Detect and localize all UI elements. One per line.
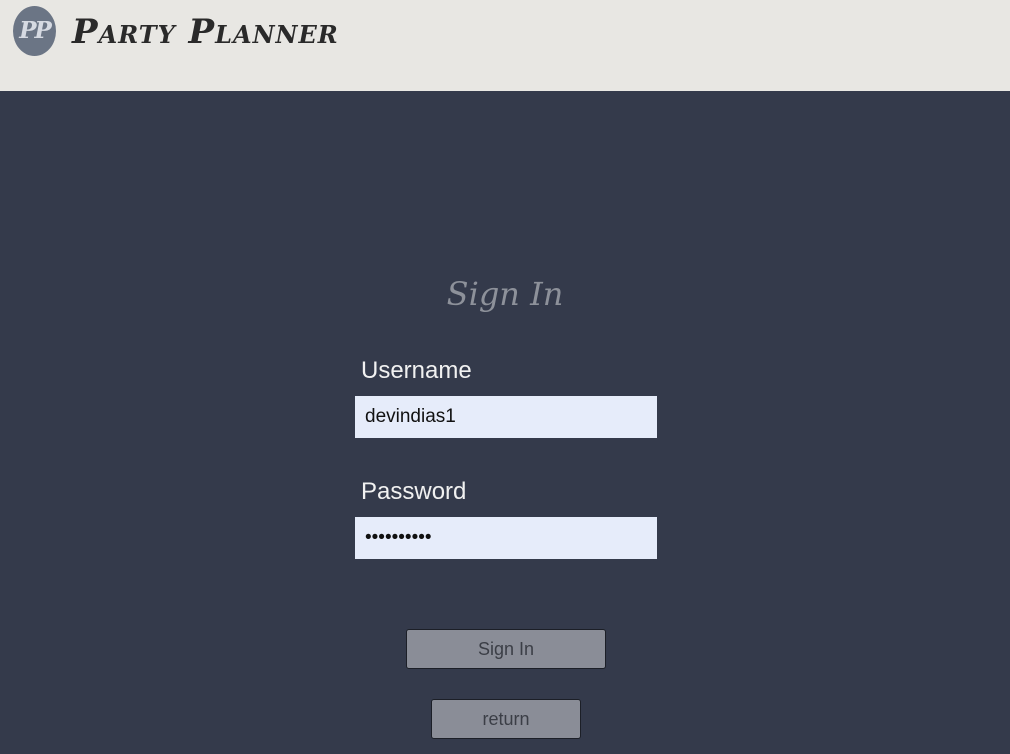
sign-in-button[interactable]: Sign In — [406, 629, 606, 669]
username-input[interactable] — [355, 396, 657, 438]
pp-logo-icon[interactable]: PP — [13, 6, 56, 56]
username-label: Username — [361, 357, 472, 384]
app-header: PP Party Planner — [0, 0, 1010, 91]
app-title[interactable]: Party Planner — [72, 12, 339, 52]
return-button[interactable]: return — [431, 699, 581, 739]
password-label: Password — [361, 478, 467, 505]
signin-heading: Sign In — [446, 275, 564, 313]
signin-panel: Sign In Username Password Sign In return — [0, 91, 1010, 754]
password-input[interactable] — [355, 517, 657, 559]
